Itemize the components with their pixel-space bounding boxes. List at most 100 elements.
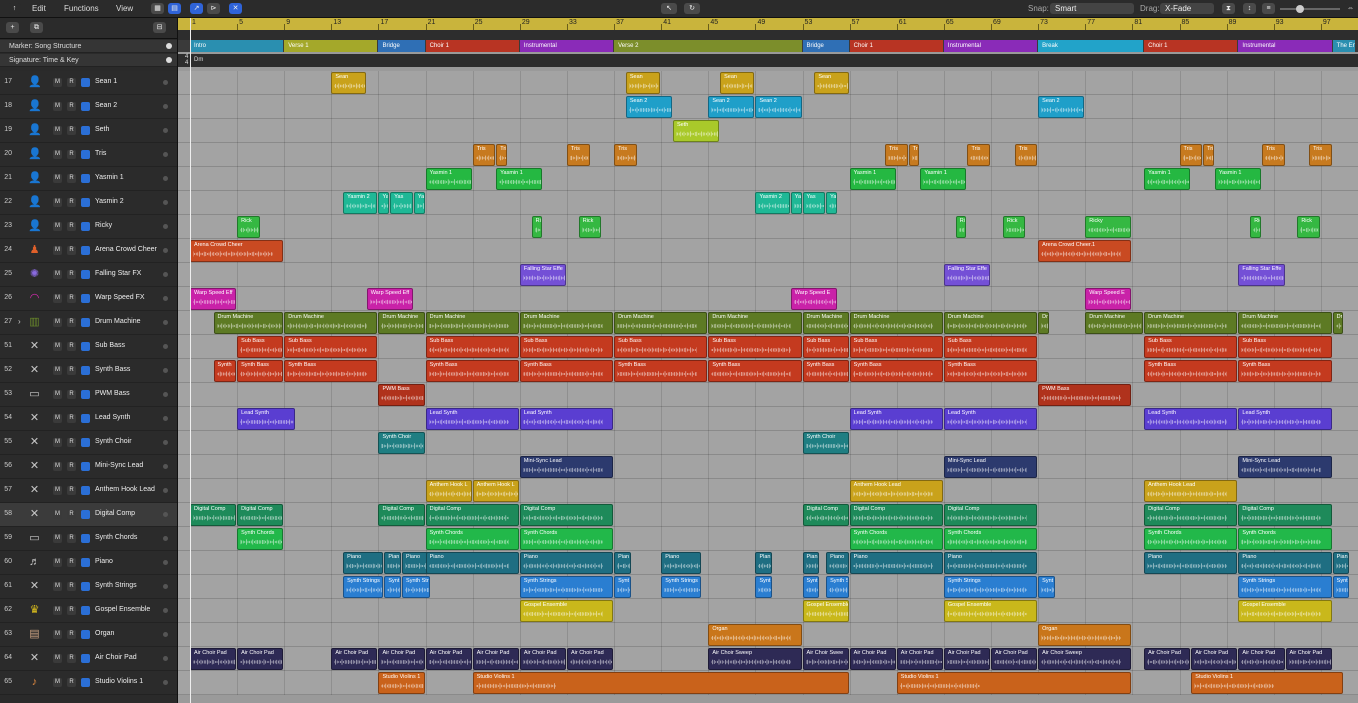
region[interactable]: Yasmin 1	[496, 168, 543, 190]
region[interactable]: Synt	[614, 576, 631, 598]
signature-global-track[interactable]: Signature: Time & Key	[0, 54, 177, 67]
region[interactable]: Drum Machine	[1144, 312, 1238, 334]
track-header[interactable]: 64 ✕ M R Air Choir Pad	[0, 647, 177, 671]
mute-button[interactable]: M	[53, 126, 62, 135]
region[interactable]: Pian	[802, 552, 820, 574]
region[interactable]: Synth Choir	[802, 432, 849, 454]
region[interactable]: Tris	[614, 144, 637, 166]
region[interactable]: Anthem Hook L	[425, 480, 472, 502]
region[interactable]: Warp Speed E	[790, 288, 837, 310]
region[interactable]: Warp Speed Eff	[366, 288, 413, 310]
region[interactable]: Sub Bass	[1238, 336, 1332, 358]
region[interactable]: Rick	[1002, 216, 1026, 238]
track-header[interactable]: 23 👤 M R Ricky	[0, 215, 177, 239]
region[interactable]: PWM Bass	[378, 384, 425, 406]
track-header[interactable]: 51 ✕ M R Sub Bass	[0, 335, 177, 359]
track-header[interactable]: 21 👤 M R Yasmin 1	[0, 167, 177, 191]
region[interactable]: Pian	[1332, 552, 1350, 574]
input-monitoring-icon[interactable]	[81, 438, 90, 447]
region[interactable]: Synth Bass	[284, 360, 378, 382]
mute-button[interactable]: M	[53, 606, 62, 615]
region[interactable]: Synth Bass	[708, 360, 802, 382]
region[interactable]: Ric	[1250, 216, 1261, 238]
playhead[interactable]	[190, 18, 191, 703]
region[interactable]: Synth Bass	[519, 360, 614, 382]
region[interactable]: Sean 2	[1038, 96, 1085, 118]
region[interactable]: Lead Synth	[1144, 408, 1238, 430]
mute-button[interactable]: M	[53, 174, 62, 183]
track-header[interactable]: 52 ✕ M R Synth Bass	[0, 359, 177, 383]
marker-region[interactable]: Choir 1	[425, 40, 519, 52]
region[interactable]: Piano	[849, 552, 943, 574]
region[interactable]: Rick	[1297, 216, 1320, 238]
region[interactable]: Digital Comp	[1144, 504, 1238, 526]
tracks-area[interactable]: 1 5 9 13 17 21 25 29 33 37 41 45 49 53 57 61 65 69 73 77 81 8…	[178, 18, 1358, 703]
record-button[interactable]: R	[67, 438, 76, 447]
region[interactable]: Air Choir Pad	[519, 648, 566, 670]
track-lane[interactable]	[178, 599, 1358, 623]
region[interactable]: Anthem Hook Lead	[1144, 480, 1238, 502]
mute-button[interactable]: M	[53, 342, 62, 351]
track-header[interactable]: 19 👤 M R Seth	[0, 119, 177, 143]
region[interactable]: Mini-Sync Lead	[519, 456, 614, 478]
mute-button[interactable]: M	[53, 150, 62, 159]
mute-button[interactable]: M	[53, 318, 62, 327]
region[interactable]: Sub Bass	[849, 336, 943, 358]
region[interactable]: Rick	[578, 216, 602, 238]
vertical-zoom-icon[interactable]: ↕	[1243, 3, 1256, 14]
region[interactable]: Air Choir Pad	[237, 648, 284, 670]
region[interactable]: Drum Machine	[614, 312, 708, 334]
input-monitoring-icon[interactable]	[81, 582, 90, 591]
region[interactable]: Tri	[908, 144, 920, 166]
region[interactable]: Tris	[472, 144, 496, 166]
region[interactable]: Air Choir Pad	[849, 648, 896, 670]
pointer-tool-icon[interactable]: ↖	[661, 3, 677, 14]
record-button[interactable]: R	[67, 630, 76, 639]
mute-button[interactable]: M	[53, 558, 62, 567]
record-button[interactable]: R	[67, 558, 76, 567]
record-button[interactable]: R	[67, 342, 76, 351]
region[interactable]: Sean 2	[625, 96, 672, 118]
track-header[interactable]: 59 ▭ M R Synth Chords	[0, 527, 177, 551]
input-monitoring-icon[interactable]	[81, 126, 90, 135]
record-button[interactable]: R	[67, 366, 76, 375]
region[interactable]: Sean	[625, 72, 661, 94]
region[interactable]: Plan	[755, 552, 773, 574]
region[interactable]: Sub Bass	[802, 336, 849, 358]
region[interactable]: Lead Synth	[425, 408, 519, 430]
region[interactable]: Piano	[343, 552, 384, 574]
region[interactable]: Drum Machine	[425, 312, 519, 334]
track-header[interactable]: 18 👤 M R Sean 2	[0, 95, 177, 119]
region[interactable]: Synth Strings	[943, 576, 1038, 598]
region[interactable]: Yasmin 1	[425, 168, 472, 190]
marker-region[interactable]: Intro	[190, 40, 284, 52]
input-monitoring-icon[interactable]	[81, 102, 90, 111]
region[interactable]: Synt	[384, 576, 402, 598]
region[interactable]: Ya	[413, 192, 425, 214]
mute-button[interactable]: M	[53, 222, 62, 231]
region[interactable]: Air Choir Pad	[378, 648, 425, 670]
region[interactable]: Digital Comp	[1238, 504, 1332, 526]
region[interactable]: Digital Comp	[849, 504, 943, 526]
region[interactable]: Air Choir Sweep	[1038, 648, 1132, 670]
track-header[interactable]: 20 👤 M R Tris	[0, 143, 177, 167]
region[interactable]: Mini-Sync Lead	[1238, 456, 1332, 478]
region[interactable]: Digital Comp	[425, 504, 519, 526]
mute-button[interactable]: M	[53, 438, 62, 447]
link-icon[interactable]: ⊳	[207, 3, 220, 14]
edit-menu[interactable]: Edit	[32, 2, 46, 15]
add-track-icon[interactable]: +	[6, 22, 19, 33]
mute-button[interactable]: M	[53, 510, 62, 519]
region[interactable]: Drum Machine	[1085, 312, 1144, 334]
region[interactable]: Ric	[531, 216, 543, 238]
region[interactable]: Studio Violins 1	[378, 672, 425, 694]
marker-region[interactable]: Verse 2	[614, 40, 802, 52]
input-monitoring-icon[interactable]	[81, 222, 90, 231]
region[interactable]: Synth Chords	[1144, 528, 1238, 550]
track-lane[interactable]	[178, 239, 1358, 263]
input-monitoring-icon[interactable]	[81, 174, 90, 183]
region[interactable]: Synth Bass	[1238, 360, 1332, 382]
track-lane[interactable]	[178, 383, 1358, 407]
region[interactable]: Studio Violins 1	[896, 672, 1132, 694]
region[interactable]: Anthem Hook L	[472, 480, 519, 502]
